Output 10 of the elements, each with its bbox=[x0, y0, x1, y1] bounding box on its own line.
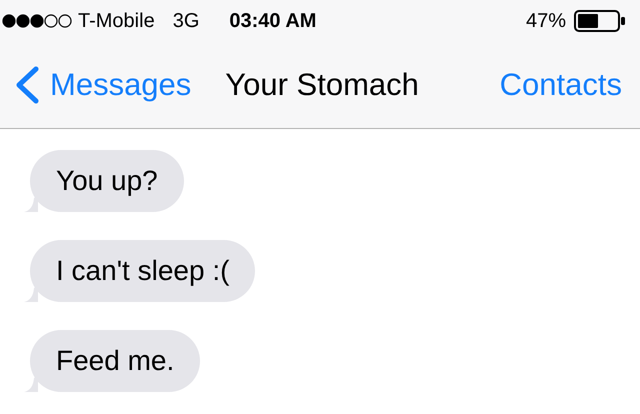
battery-percent: 47% bbox=[526, 9, 566, 34]
network-type: 3G bbox=[172, 9, 200, 34]
chevron-left-icon bbox=[14, 66, 40, 104]
battery-icon bbox=[574, 10, 626, 32]
contacts-button[interactable]: Contacts bbox=[500, 62, 622, 108]
clock-time: 03:40 AM bbox=[229, 9, 316, 34]
conversation-title: Your Stomach bbox=[225, 66, 419, 104]
carrier-name: T-Mobile bbox=[78, 9, 155, 34]
signal-icon bbox=[2, 14, 72, 28]
back-button[interactable]: Messages bbox=[14, 62, 192, 108]
